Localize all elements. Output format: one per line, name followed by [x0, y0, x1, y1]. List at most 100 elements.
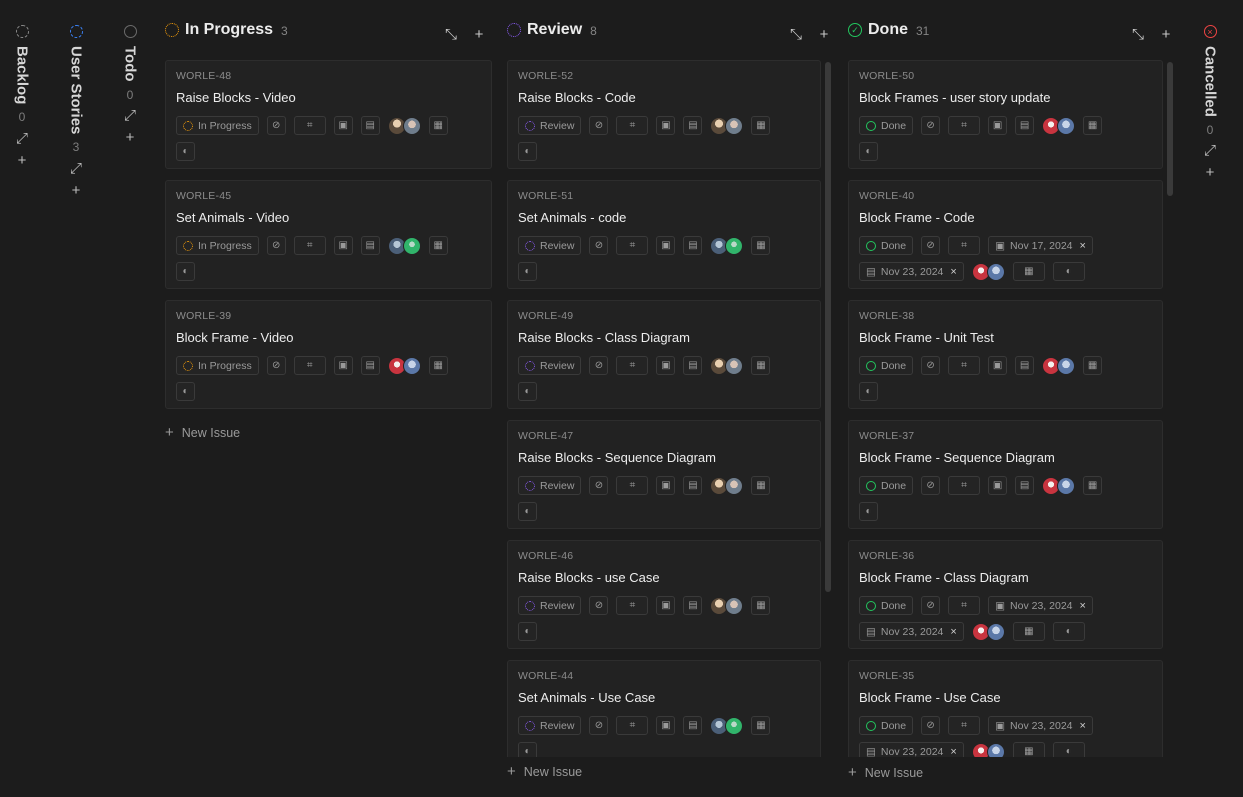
labels-icon[interactable]: ⌗: [616, 236, 649, 255]
start-date-icon[interactable]: ▣: [656, 716, 676, 735]
clear-icon[interactable]: ×: [1080, 720, 1086, 732]
due-date-icon[interactable]: ▤: [360, 116, 380, 135]
estimate-icon[interactable]: ▦: [1083, 476, 1103, 495]
issue-card[interactable]: WORLE-47 Raise Blocks - Sequence Diagram…: [507, 420, 821, 529]
priority-icon[interactable]: ⊘: [589, 476, 609, 495]
assignees[interactable]: [971, 262, 1005, 281]
status-dropdown[interactable]: In Progress: [176, 116, 259, 135]
labels-icon[interactable]: ⌗: [293, 356, 326, 375]
issue-card[interactable]: WORLE-39 Block Frame - Video In Progress…: [165, 300, 492, 409]
assignees[interactable]: [1042, 116, 1076, 135]
priority-icon[interactable]: ⊘: [921, 356, 941, 375]
module-icon[interactable]: ◐: [518, 262, 537, 281]
collapse-icon[interactable]: ⤡: [789, 26, 803, 42]
priority-icon[interactable]: ⊘: [921, 716, 941, 735]
priority-icon[interactable]: ⊘: [921, 596, 941, 615]
new-issue-button[interactable]: + New Issue: [507, 762, 821, 781]
status-dropdown[interactable]: Review: [518, 476, 582, 495]
due-date-pill[interactable]: ▤ Nov 23, 2024 ×: [859, 622, 964, 641]
issue-card[interactable]: WORLE-35 Block Frame - Use Case Done ⊘ ⌗…: [848, 660, 1163, 757]
start-date-icon[interactable]: ▣: [988, 476, 1008, 495]
column-backlog-collapsed[interactable]: Backlog 0 ⤢ +: [10, 25, 34, 168]
estimate-icon[interactable]: ▦: [1012, 742, 1045, 757]
module-icon[interactable]: ◐: [1052, 262, 1085, 281]
issue-card[interactable]: WORLE-36 Block Frame - Class Diagram Don…: [848, 540, 1163, 649]
due-date-icon[interactable]: ▤: [1015, 356, 1035, 375]
module-icon[interactable]: ◐: [518, 382, 537, 401]
issue-card[interactable]: WORLE-40 Block Frame - Code Done ⊘ ⌗ ▣ No…: [848, 180, 1163, 289]
module-icon[interactable]: ◐: [518, 742, 537, 757]
due-date-pill[interactable]: ▤ Nov 23, 2024 ×: [859, 742, 964, 757]
labels-icon[interactable]: ⌗: [948, 716, 981, 735]
add-issue-icon[interactable]: +: [122, 130, 138, 146]
column-cancelled-collapsed[interactable]: × Cancelled 0 ⤢ +: [1198, 25, 1222, 181]
start-date-icon[interactable]: ▣: [988, 116, 1008, 135]
issue-card[interactable]: WORLE-38 Block Frame - Unit Test Done ⊘ …: [848, 300, 1163, 409]
status-dropdown[interactable]: Done: [859, 596, 914, 615]
issue-card[interactable]: WORLE-51 Set Animals - code Review ⊘ ⌗ ▣…: [507, 180, 821, 289]
start-date-icon[interactable]: ▣: [656, 356, 676, 375]
clear-icon[interactable]: ×: [1080, 240, 1086, 252]
new-issue-button[interactable]: + New Issue: [848, 763, 1163, 782]
add-issue-icon[interactable]: +: [472, 26, 486, 42]
new-issue-button[interactable]: + New Issue: [165, 424, 492, 441]
due-date-icon[interactable]: ▤: [683, 596, 703, 615]
start-date-icon[interactable]: ▣: [656, 116, 676, 135]
start-date-icon[interactable]: ▣: [656, 236, 676, 255]
status-dropdown[interactable]: In Progress: [176, 356, 259, 375]
assignees[interactable]: [1042, 356, 1076, 375]
start-date-icon[interactable]: ▣: [333, 236, 353, 255]
start-date-icon[interactable]: ▣: [988, 356, 1008, 375]
assignees[interactable]: [710, 236, 744, 255]
due-date-icon[interactable]: ▤: [1015, 116, 1035, 135]
clear-icon[interactable]: ×: [950, 746, 956, 758]
status-dropdown[interactable]: Done: [859, 236, 914, 255]
assignees[interactable]: [1042, 476, 1076, 495]
column-user-stories-collapsed[interactable]: User Stories 3 ⤢ +: [64, 25, 88, 198]
due-date-icon[interactable]: ▤: [683, 476, 703, 495]
status-dropdown[interactable]: In Progress: [176, 236, 259, 255]
estimate-icon[interactable]: ▦: [751, 476, 771, 495]
clear-icon[interactable]: ×: [1080, 600, 1086, 612]
start-date-pill[interactable]: ▣ Nov 23, 2024 ×: [988, 716, 1093, 735]
clear-icon[interactable]: ×: [950, 626, 956, 638]
due-date-icon[interactable]: ▤: [360, 236, 380, 255]
labels-icon[interactable]: ⌗: [616, 356, 649, 375]
module-icon[interactable]: ◐: [1052, 622, 1085, 641]
due-date-icon[interactable]: ▤: [683, 116, 703, 135]
assignees[interactable]: [971, 622, 1005, 641]
due-date-icon[interactable]: ▤: [360, 356, 380, 375]
labels-icon[interactable]: ⌗: [948, 356, 981, 375]
module-icon[interactable]: ◐: [859, 502, 878, 521]
assignees[interactable]: [387, 116, 421, 135]
due-date-icon[interactable]: ▤: [683, 356, 703, 375]
add-issue-icon[interactable]: +: [1159, 26, 1173, 42]
status-dropdown[interactable]: Done: [859, 356, 914, 375]
estimate-icon[interactable]: ▦: [751, 596, 771, 615]
estimate-icon[interactable]: ▦: [751, 716, 771, 735]
issue-card[interactable]: WORLE-44 Set Animals - Use Case Review ⊘…: [507, 660, 821, 757]
assignees[interactable]: [971, 742, 1005, 757]
status-dropdown[interactable]: Review: [518, 356, 582, 375]
labels-icon[interactable]: ⌗: [948, 476, 981, 495]
module-icon[interactable]: ◐: [859, 142, 878, 161]
labels-icon[interactable]: ⌗: [616, 476, 649, 495]
estimate-icon[interactable]: ▦: [428, 236, 448, 255]
start-date-icon[interactable]: ▣: [656, 476, 676, 495]
estimate-icon[interactable]: ▦: [751, 236, 771, 255]
assignees[interactable]: [710, 356, 744, 375]
due-date-icon[interactable]: ▤: [683, 236, 703, 255]
estimate-icon[interactable]: ▦: [751, 356, 771, 375]
clear-icon[interactable]: ×: [950, 266, 956, 278]
priority-icon[interactable]: ⊘: [266, 236, 286, 255]
priority-icon[interactable]: ⊘: [266, 116, 286, 135]
module-icon[interactable]: ◐: [859, 382, 878, 401]
status-dropdown[interactable]: Review: [518, 116, 582, 135]
due-date-pill[interactable]: ▤ Nov 23, 2024 ×: [859, 262, 964, 281]
expand-icon[interactable]: ⤢: [1202, 143, 1218, 159]
start-date-icon[interactable]: ▣: [656, 596, 676, 615]
start-date-icon[interactable]: ▣: [333, 116, 353, 135]
start-date-icon[interactable]: ▣: [333, 356, 353, 375]
priority-icon[interactable]: ⊘: [589, 356, 609, 375]
issue-card[interactable]: WORLE-45 Set Animals - Video In Progress…: [165, 180, 492, 289]
